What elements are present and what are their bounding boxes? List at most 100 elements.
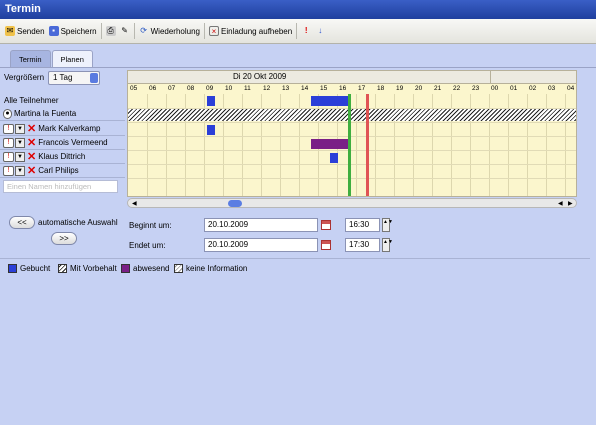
- toolbar-separator: [133, 23, 135, 39]
- hour-label: 11: [244, 85, 251, 92]
- attendance-required-icon[interactable]: !: [3, 165, 14, 176]
- participant-row: ! ▼ ✕ Mark Kalverkamp: [0, 122, 125, 136]
- out-of-office-block: [311, 139, 348, 149]
- participant-name: Carl Philips: [38, 166, 79, 175]
- send-button[interactable]: ✉ Senden: [3, 22, 47, 40]
- toolbar: ✉ Senden ▪ Speichern ⎙ ✎ ⟳ Wiederholung …: [0, 19, 596, 44]
- calendar-icon[interactable]: [321, 240, 331, 250]
- print-button[interactable]: ⎙: [104, 22, 118, 40]
- hour-label: 19: [396, 85, 404, 92]
- cancel-invite-button[interactable]: × Einladung aufheben: [207, 22, 294, 40]
- hour-labels: 05 06 07 08 09 10 11 12 13 14 15 16 17 1…: [128, 84, 576, 94]
- hour-label: 03: [548, 85, 556, 92]
- legend-label: abwesend: [133, 264, 170, 273]
- legend-swatch: [8, 264, 17, 273]
- organizer-tentative-row: [128, 109, 576, 121]
- hour-label: 02: [529, 85, 537, 92]
- row-line: [128, 150, 576, 151]
- zoom-value: 1 Tag: [53, 72, 73, 82]
- participant-row: ! ▼ ✕ Klaus Dittrich: [0, 150, 125, 164]
- zoom-select[interactable]: 1 Tag: [48, 70, 101, 85]
- toolbar-separator: [204, 23, 205, 39]
- end-label: Endet um:: [129, 241, 166, 250]
- date-header: Di 20 Okt 2009: [128, 71, 576, 84]
- busy-block: [330, 153, 338, 163]
- importance-high-button[interactable]: !: [299, 22, 313, 40]
- hour-label: 12: [263, 85, 271, 92]
- hour-label: 14: [301, 85, 309, 92]
- scroll-right-icon[interactable]: ▶: [568, 200, 573, 207]
- planning-panel: Vergrößern 1 Tag Alle Teilnehmer ● Marti…: [0, 67, 596, 425]
- attendance-required-icon[interactable]: !: [3, 137, 14, 148]
- organizer-icon: ●: [3, 108, 12, 119]
- divider: [490, 71, 491, 84]
- recurrence-icon: ⟳: [140, 26, 147, 35]
- hour-label: 23: [472, 85, 480, 92]
- add-participant-input[interactable]: Einen Namen hinzufügen: [3, 180, 118, 193]
- paperclip-icon: ✎: [121, 26, 128, 35]
- tab-termin[interactable]: Termin: [10, 50, 51, 67]
- schedule-grid[interactable]: Di 20 Okt 2009 05 06 07 08 09 10 11 12 1…: [127, 70, 577, 197]
- attendance-dropdown[interactable]: ▼: [15, 123, 25, 134]
- schedule-horizontal-scrollbar[interactable]: ◀ ◀ ▶: [127, 198, 577, 208]
- row-line: [128, 164, 576, 165]
- meeting-start-marker[interactable]: [348, 94, 351, 196]
- remove-participant-icon[interactable]: ✕: [27, 123, 36, 134]
- organizer-row: ● Martina la Fuenta: [0, 107, 125, 121]
- auto-select-next-button[interactable]: >>: [51, 232, 77, 245]
- recurrence-label: Wiederholung: [150, 26, 200, 36]
- hour-label: 20: [415, 85, 423, 92]
- zoom-row: Vergrößern 1 Tag: [4, 70, 101, 85]
- participant-name: Francois Vermeend: [38, 138, 108, 147]
- importance-low-button[interactable]: ↓: [313, 22, 327, 40]
- dropdown-arrow-icon: [90, 72, 99, 83]
- zoom-label: Vergrößern: [4, 73, 45, 82]
- legend-label: Mit Vorbehalt: [70, 264, 117, 273]
- attendance-dropdown[interactable]: ▼: [15, 137, 25, 148]
- end-time-input[interactable]: 17:30: [345, 238, 380, 252]
- toolbar-separator: [296, 23, 298, 39]
- scroll-left-icon[interactable]: ◀: [558, 200, 563, 207]
- meeting-end-marker[interactable]: [366, 94, 369, 196]
- row-line: [128, 178, 576, 179]
- participant-name: Mark Kalverkamp: [38, 124, 101, 133]
- tab-planen[interactable]: Planen: [51, 50, 93, 67]
- time-spinner-icon[interactable]: ▲▼: [382, 238, 393, 252]
- save-button[interactable]: ▪ Speichern: [47, 22, 99, 40]
- auto-select-prev-button[interactable]: <<: [9, 216, 35, 229]
- hour-label: 00: [491, 85, 499, 92]
- recurrence-button[interactable]: ⟳ Wiederholung: [137, 22, 202, 40]
- attendance-required-icon[interactable]: !: [3, 123, 14, 134]
- legend-label: keine Information: [186, 264, 248, 273]
- end-date-input[interactable]: 20.10.2009: [204, 238, 318, 252]
- attendance-dropdown[interactable]: ▼: [15, 165, 25, 176]
- attendance-required-icon[interactable]: !: [3, 151, 14, 162]
- attach-button[interactable]: ✎: [118, 22, 132, 40]
- legend-item: keine Information: [174, 264, 247, 273]
- organizer-name: Martina la Fuenta: [14, 109, 77, 118]
- remove-participant-icon[interactable]: ✕: [27, 151, 36, 162]
- remove-participant-icon[interactable]: ✕: [27, 137, 36, 148]
- scroll-thumb[interactable]: [228, 200, 242, 207]
- begin-date-input[interactable]: 20.10.2009: [204, 218, 318, 232]
- participant-row: ! ▼ ✕ Carl Philips: [0, 164, 125, 178]
- send-label: Senden: [17, 26, 45, 36]
- cancel-invite-label: Einladung aufheben: [221, 26, 293, 36]
- busy-block: [311, 96, 348, 106]
- calendar-icon[interactable]: [321, 220, 331, 230]
- attendance-dropdown[interactable]: ▼: [15, 151, 25, 162]
- scroll-left-icon[interactable]: ◀: [132, 200, 137, 207]
- hour-label: 21: [434, 85, 442, 92]
- time-spinner-icon[interactable]: ▲▼: [382, 218, 393, 232]
- envelope-icon: ✉: [5, 26, 15, 36]
- begin-label: Beginnt um:: [129, 221, 172, 230]
- busy-block: [207, 96, 215, 106]
- legend-swatch: [58, 264, 67, 273]
- begin-time-input[interactable]: 16:30: [345, 218, 380, 232]
- participant-row: ! ▼ ✕ Francois Vermeend: [0, 136, 125, 150]
- hour-label: 09: [206, 85, 214, 92]
- date-label: Di 20 Okt 2009: [233, 72, 287, 81]
- remove-participant-icon[interactable]: ✕: [27, 165, 36, 176]
- hour-label: 04: [567, 85, 575, 92]
- legend-swatch: [121, 264, 130, 273]
